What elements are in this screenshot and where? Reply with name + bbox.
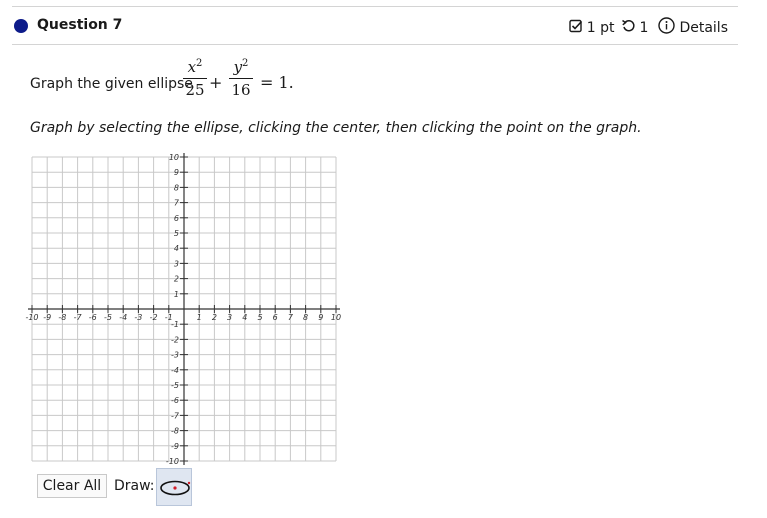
y-tick-label: -10: [166, 457, 179, 466]
x-tick-label: -3: [134, 313, 142, 322]
x-tick-label: -7: [74, 313, 83, 322]
x-tick-label: -5: [104, 313, 112, 322]
y-tick-label: 2: [174, 275, 179, 284]
x-tick-label: -8: [58, 313, 66, 322]
x-tick-label: -6: [89, 313, 97, 322]
y-tick-label: -8: [171, 427, 179, 436]
y-tick-label: -6: [171, 396, 179, 405]
y-tick-label: 1: [174, 290, 179, 299]
x-tick-label: 3: [227, 313, 232, 322]
y-tick-label: -4: [171, 366, 179, 375]
y-tick-label: 3: [174, 259, 179, 268]
x-tick-label: 7: [288, 313, 294, 322]
ellipse-tool-icon: [160, 480, 191, 496]
y-tick-label: -1: [171, 320, 179, 329]
y-tick-label: 9: [174, 168, 179, 177]
clear-all-button[interactable]: Clear All: [37, 474, 107, 498]
y-tick-label: 8: [174, 183, 179, 192]
y-tick-label: -5: [171, 381, 179, 390]
x-tick-label: 6: [273, 313, 278, 322]
ellipse-tool-button[interactable]: [156, 468, 192, 506]
x-tick-label: 2: [212, 313, 217, 322]
y-tick-label: 6: [174, 214, 179, 223]
x-tick-label: 9: [318, 313, 323, 322]
x-tick-label: 1: [197, 313, 202, 322]
y-tick-label: -2: [171, 335, 179, 344]
x-tick-label: 10: [331, 313, 341, 322]
y-tick-label: 4: [174, 244, 179, 253]
coordinate-graph[interactable]: -10 -9 -8 -7 -6 -5 -4 -3 -2 -1 1 2 3 4 5 6 7 8 9 1010987654…: [0, 0, 767, 518]
draw-label: Draw:: [114, 478, 155, 494]
y-tick-label: -7: [171, 411, 180, 420]
y-tick-label: 5: [174, 229, 179, 238]
y-tick-label: -9: [171, 442, 179, 451]
x-tick-label: 5: [257, 313, 262, 322]
x-tick-label: 8: [303, 313, 308, 322]
x-tick-label: -2: [150, 313, 158, 322]
x-tick-label: -10: [25, 313, 38, 322]
x-tick-label: -9: [43, 313, 51, 322]
x-tick-label: -4: [119, 313, 127, 322]
y-tick-label: 10: [169, 153, 179, 162]
x-tick-label: 4: [242, 313, 247, 322]
y-tick-label: -3: [171, 351, 179, 360]
